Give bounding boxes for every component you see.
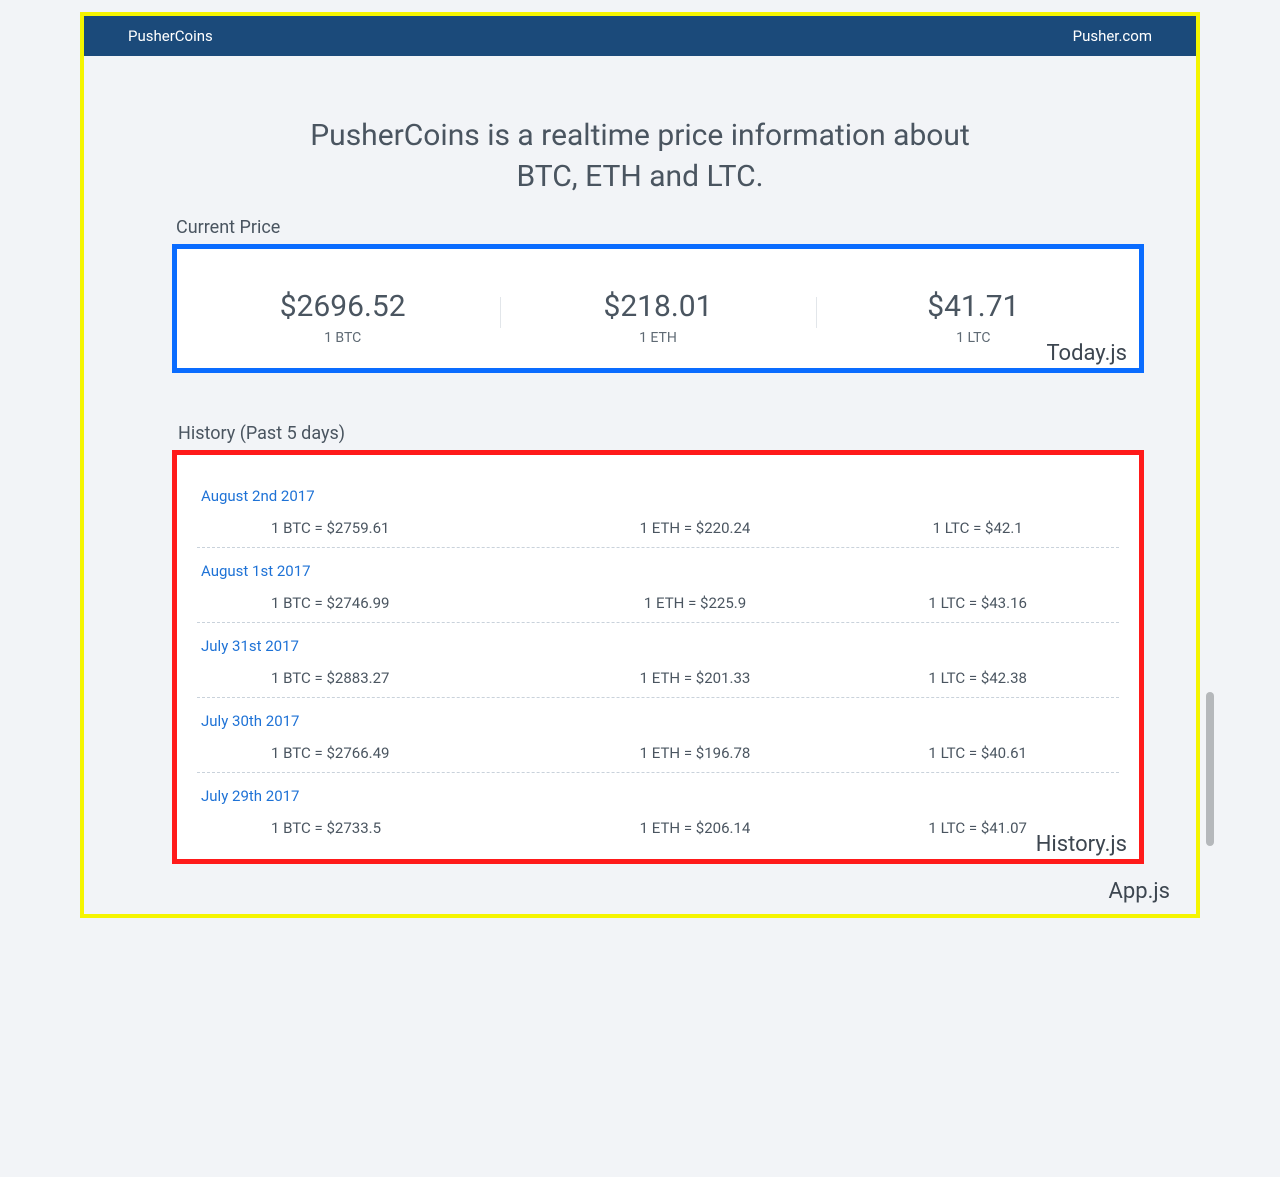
history-date: July 31st 2017: [197, 637, 1119, 655]
eth-unit: 1 ETH: [500, 330, 815, 346]
history-eth: 1 ETH = $220.24: [554, 519, 837, 537]
history-row: July 30th 2017 1 BTC = $2766.49 1 ETH = …: [197, 697, 1119, 772]
history-btc: 1 BTC = $2733.5: [197, 819, 554, 837]
ltc-price: $41.71: [816, 289, 1131, 324]
history-date: July 29th 2017: [197, 787, 1119, 805]
history-btc: 1 BTC = $2759.61: [197, 519, 554, 537]
app-caption: App.js: [1109, 879, 1170, 904]
history-eth: 1 ETH = $225.9: [554, 594, 837, 612]
external-link[interactable]: Pusher.com: [1073, 27, 1152, 45]
history-caption: History.js: [1036, 832, 1127, 857]
history-ltc: 1 LTC = $40.61: [836, 744, 1119, 762]
btc-unit: 1 BTC: [185, 330, 500, 346]
eth-price: $218.01: [500, 289, 815, 324]
history-btc: 1 BTC = $2766.49: [197, 744, 554, 762]
history-date: August 2nd 2017: [197, 487, 1119, 505]
history-eth: 1 ETH = $206.14: [554, 819, 837, 837]
history-btc: 1 BTC = $2883.27: [197, 669, 554, 687]
history-ltc: 1 LTC = $42.1: [836, 519, 1119, 537]
history-btc: 1 BTC = $2746.99: [197, 594, 554, 612]
history-ltc: 1 LTC = $43.16: [836, 594, 1119, 612]
eth-price-col: $218.01 1 ETH: [500, 289, 815, 346]
history-row: August 1st 2017 1 BTC = $2746.99 1 ETH =…: [197, 547, 1119, 622]
history-eth: 1 ETH = $196.78: [554, 744, 837, 762]
btc-price: $2696.52: [185, 289, 500, 324]
history-row: July 31st 2017 1 BTC = $2883.27 1 ETH = …: [197, 622, 1119, 697]
hero-line1: PusherCoins is a realtime price informat…: [310, 118, 970, 153]
history-eth: 1 ETH = $201.33: [554, 669, 837, 687]
history-date: August 1st 2017: [197, 562, 1119, 580]
ltc-price-col: $41.71 1 LTC: [816, 289, 1131, 346]
history-ltc: 1 LTC = $42.38: [836, 669, 1119, 687]
today-caption: Today.js: [1046, 341, 1127, 366]
history-date: July 30th 2017: [197, 712, 1119, 730]
today-component: $2696.52 1 BTC $218.01 1 ETH $41.71 1 LT…: [172, 244, 1144, 373]
scrollbar-thumb[interactable]: [1206, 692, 1214, 846]
brand-link[interactable]: PusherCoins: [128, 27, 213, 45]
btc-price-col: $2696.52 1 BTC: [185, 289, 500, 346]
top-nav: PusherCoins Pusher.com: [84, 16, 1196, 56]
history-component: August 2nd 2017 1 BTC = $2759.61 1 ETH =…: [172, 450, 1144, 864]
hero-text: PusherCoins is a realtime price informat…: [84, 56, 1196, 213]
history-label: History (Past 5 days): [178, 423, 1196, 444]
history-row: July 29th 2017 1 BTC = $2733.5 1 ETH = $…: [197, 772, 1119, 847]
history-row: August 2nd 2017 1 BTC = $2759.61 1 ETH =…: [197, 473, 1119, 547]
current-price-label: Current Price: [176, 217, 1196, 238]
app-container: PusherCoins Pusher.com PusherCoins is a …: [80, 12, 1200, 918]
hero-line2: BTC, ETH and LTC.: [516, 159, 763, 194]
